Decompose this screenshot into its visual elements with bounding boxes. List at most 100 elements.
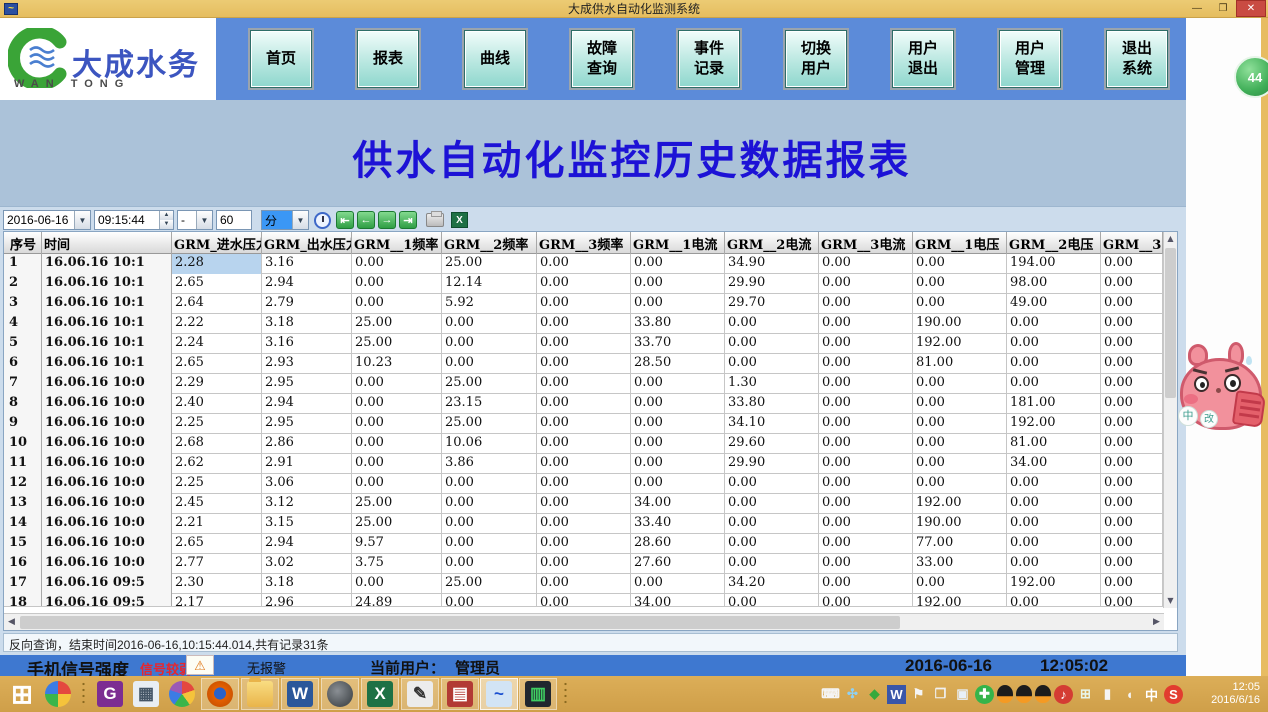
keyboard-tray-icon[interactable]: ⌨ <box>821 685 840 704</box>
cell[interactable]: 0.00 <box>1101 354 1163 374</box>
column-header[interactable]: GRM__2电压 <box>1007 232 1101 254</box>
cell[interactable]: 9.57 <box>352 534 442 554</box>
prev-page-button[interactable]: ← <box>357 211 375 229</box>
cell[interactable]: 4 <box>4 314 42 334</box>
cell[interactable]: 34.00 <box>1007 454 1101 474</box>
server-cabinet-icon[interactable]: ▥ <box>519 678 557 710</box>
cell[interactable]: 0.00 <box>1101 454 1163 474</box>
cell[interactable]: 0.00 <box>1101 314 1163 334</box>
pages-tray-icon[interactable]: ❐ <box>931 685 950 704</box>
scroll-right-icon[interactable]: ▶ <box>1149 615 1164 630</box>
cell[interactable]: 0.00 <box>725 314 819 334</box>
mascot-badge[interactable]: 中 <box>1178 406 1198 426</box>
taskbar-clock[interactable]: 12:05 2016/6/16 <box>1194 681 1260 707</box>
cell[interactable]: 3.86 <box>442 454 537 474</box>
cell[interactable]: 0.00 <box>537 494 631 514</box>
table-row[interactable]: 1616.06.16 10:02.773.023.750.000.0027.60… <box>4 554 1177 574</box>
cell[interactable]: 190.00 <box>913 514 1007 534</box>
last-page-button[interactable]: ⇥ <box>399 211 417 229</box>
cell[interactable]: 0.00 <box>819 414 913 434</box>
cell[interactable]: 25.00 <box>442 574 537 594</box>
cell[interactable]: 81.00 <box>913 354 1007 374</box>
cell[interactable]: 0.00 <box>1101 594 1163 607</box>
cell[interactable]: 2.91 <box>262 454 352 474</box>
nav-button-3[interactable]: 故障 查询 <box>571 30 633 88</box>
volume-tray-icon[interactable]: ◖ <box>1120 685 1139 704</box>
cell[interactable]: 27.60 <box>631 554 725 574</box>
cell[interactable]: 16.06.16 10:1 <box>42 274 172 294</box>
cell[interactable]: 15 <box>4 534 42 554</box>
cell[interactable]: 2.45 <box>172 494 262 514</box>
cell[interactable]: 0.00 <box>819 434 913 454</box>
cell[interactable]: 29.70 <box>725 294 819 314</box>
cell[interactable]: 0.00 <box>1101 474 1163 494</box>
cell[interactable]: 0.00 <box>819 494 913 514</box>
cell[interactable]: 33.80 <box>631 314 725 334</box>
cell[interactable]: 16.06.16 10:1 <box>42 294 172 314</box>
cell[interactable]: 0.00 <box>1101 554 1163 574</box>
cell[interactable]: 192.00 <box>913 494 1007 514</box>
cell[interactable]: 0.00 <box>631 374 725 394</box>
cell[interactable]: 0.00 <box>442 334 537 354</box>
time-spinner[interactable]: 09:15:44 ▲▼ <box>94 210 174 230</box>
cell[interactable]: 192.00 <box>1007 574 1101 594</box>
table-row[interactable]: 1316.06.16 10:02.453.1225.000.000.0034.0… <box>4 494 1177 514</box>
scroll-left-icon[interactable]: ◀ <box>4 615 19 630</box>
word-icon[interactable]: W <box>281 678 319 710</box>
cell[interactable]: 3.18 <box>262 574 352 594</box>
cell[interactable]: 192.00 <box>1007 414 1101 434</box>
cell[interactable]: 0.00 <box>537 534 631 554</box>
cell[interactable]: 6 <box>4 354 42 374</box>
cell[interactable]: 2.86 <box>262 434 352 454</box>
column-header[interactable]: 序号 <box>4 232 42 254</box>
cell[interactable]: 23.15 <box>442 394 537 414</box>
paint-icon[interactable] <box>164 678 200 710</box>
cell[interactable]: 0.00 <box>1007 474 1101 494</box>
cell[interactable]: 10.06 <box>442 434 537 454</box>
cell[interactable]: 0.00 <box>1101 434 1163 454</box>
cell[interactable]: 192.00 <box>913 594 1007 607</box>
cell[interactable]: 0.00 <box>537 514 631 534</box>
table-row[interactable]: 1116.06.16 10:02.622.910.003.860.000.002… <box>4 454 1177 474</box>
cell[interactable]: 0.00 <box>1101 254 1163 274</box>
cell[interactable]: 2.95 <box>262 374 352 394</box>
cell[interactable]: 0.00 <box>537 314 631 334</box>
cell[interactable]: 16.06.16 10:0 <box>42 414 172 434</box>
cell[interactable]: 0.00 <box>537 454 631 474</box>
cell[interactable]: 2.28 <box>172 254 262 274</box>
cell[interactable]: 16.06.16 10:0 <box>42 554 172 574</box>
cell[interactable]: 0.00 <box>631 414 725 434</box>
cell[interactable]: 3.02 <box>262 554 352 574</box>
cell[interactable]: 0.00 <box>819 474 913 494</box>
cell[interactable]: 3.12 <box>262 494 352 514</box>
cell[interactable]: 2.62 <box>172 454 262 474</box>
cell[interactable]: 28.60 <box>631 534 725 554</box>
cell[interactable]: 0.00 <box>1101 334 1163 354</box>
cell[interactable]: 3 <box>4 294 42 314</box>
cell[interactable]: 2.94 <box>262 394 352 414</box>
table-row[interactable]: 616.06.16 10:12.652.9310.230.000.0028.50… <box>4 354 1177 374</box>
cell[interactable]: 34.90 <box>725 254 819 274</box>
print-icon[interactable] <box>426 213 444 227</box>
cell[interactable]: 0.00 <box>1007 494 1101 514</box>
date-picker[interactable]: 2016-06-16▼ <box>3 210 91 230</box>
battery-tray-icon[interactable]: ▮ <box>1098 685 1117 704</box>
scroll-up-icon[interactable]: ▲ <box>1164 232 1177 246</box>
cell[interactable]: 0.00 <box>819 574 913 594</box>
cell[interactable]: 0.00 <box>1007 594 1101 607</box>
cell[interactable]: 16.06.16 10:1 <box>42 254 172 274</box>
cell[interactable]: 0.00 <box>537 574 631 594</box>
cell[interactable]: 2.64 <box>172 294 262 314</box>
cell[interactable]: 18 <box>4 594 42 607</box>
cell[interactable]: 0.00 <box>537 294 631 314</box>
cell[interactable]: 12.14 <box>442 274 537 294</box>
nav-button-6[interactable]: 用户 退出 <box>892 30 954 88</box>
close-button[interactable]: ✕ <box>1236 0 1266 17</box>
restore-button[interactable]: ❐ <box>1210 0 1236 17</box>
cell[interactable]: 2.17 <box>172 594 262 607</box>
column-header[interactable]: GRM__2电流 <box>725 232 819 254</box>
cell[interactable]: 25.00 <box>442 254 537 274</box>
cell[interactable]: 0.00 <box>352 274 442 294</box>
cell[interactable]: 16.06.16 10:0 <box>42 394 172 414</box>
cell[interactable]: 33.40 <box>631 514 725 534</box>
